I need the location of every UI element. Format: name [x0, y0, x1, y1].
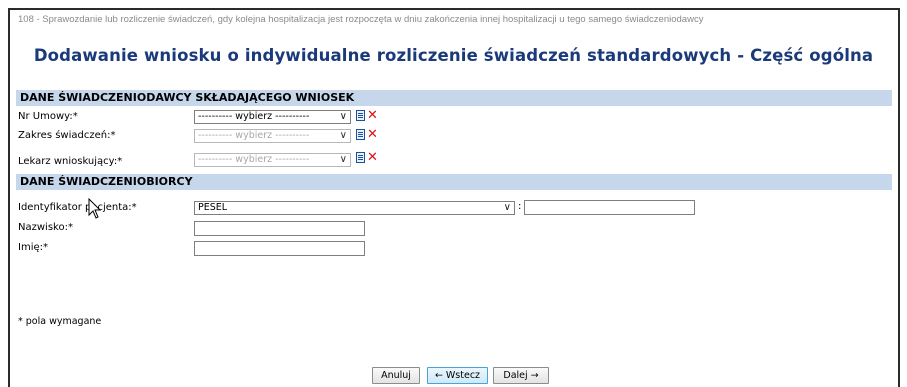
first-name-input[interactable]: [194, 241, 365, 256]
chevron-down-icon: ∨: [339, 111, 347, 122]
back-button[interactable]: ← Wstecz: [427, 367, 488, 384]
mouse-pointer-icon: [88, 198, 102, 219]
section-recipient-header: DANE ŚWIADCZENIOBIORCY: [16, 174, 892, 190]
required-fields-note: * pola wymagane: [18, 316, 102, 327]
list-icon[interactable]: [356, 152, 365, 163]
surname-input[interactable]: [194, 221, 365, 236]
patient-id-type-select[interactable]: PESEL ∨: [194, 201, 515, 215]
referring-doctor-value: ---------- wybierz ----------: [198, 154, 310, 165]
clear-x-icon[interactable]: ✕: [367, 151, 378, 164]
service-scope-label: Zakres świadczeń:*: [18, 130, 116, 141]
patient-id-input[interactable]: [524, 200, 695, 215]
breadcrumb: 108 - Sprawozdanie lub rozliczenie świad…: [18, 14, 704, 25]
page-title: Dodawanie wniosku o indywidualne rozlicz…: [33, 46, 874, 65]
service-scope-value: ---------- wybierz ----------: [198, 130, 310, 141]
section-provider-header: DANE ŚWIADCZENIODAWCY SKŁADAJĄCEGO WNIOS…: [16, 90, 892, 106]
patient-id-label: Identyfikator pacjenta:*: [18, 202, 137, 213]
chevron-down-icon: ∨: [339, 154, 347, 165]
referring-doctor-select[interactable]: ---------- wybierz ---------- ∨: [194, 153, 351, 167]
contract-number-value: ---------- wybierz ----------: [198, 111, 310, 122]
list-icon[interactable]: [356, 110, 365, 121]
chevron-down-icon: ∨: [503, 202, 511, 213]
patient-id-type-value: PESEL: [198, 202, 228, 213]
contract-number-label: Nr Umowy:*: [18, 111, 78, 122]
list-icon[interactable]: [356, 129, 365, 140]
clear-x-icon[interactable]: ✕: [367, 128, 378, 141]
next-button[interactable]: Dalej →: [493, 367, 549, 384]
colon-separator: :: [518, 201, 522, 212]
clear-x-icon[interactable]: ✕: [367, 109, 378, 122]
chevron-down-icon: ∨: [339, 130, 347, 141]
referring-doctor-label: Lekarz wnioskujący:*: [18, 156, 123, 167]
cancel-button[interactable]: Anuluj: [372, 367, 420, 384]
surname-label: Nazwisko:*: [18, 222, 73, 233]
first-name-label: Imię:*: [18, 242, 48, 253]
service-scope-select[interactable]: ---------- wybierz ---------- ∨: [194, 129, 351, 143]
contract-number-select[interactable]: ---------- wybierz ---------- ∨: [194, 110, 351, 124]
